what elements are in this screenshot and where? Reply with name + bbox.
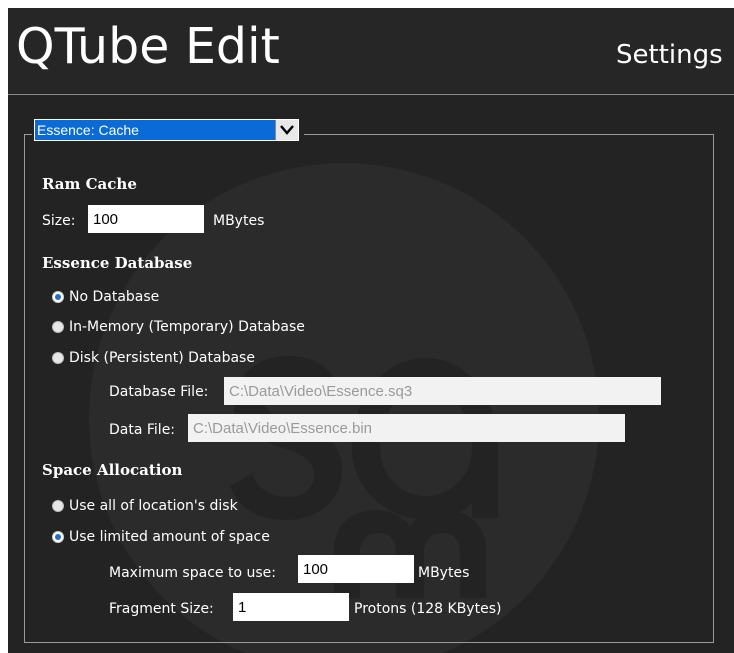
- space-allocation-heading: Space Allocation: [42, 461, 183, 479]
- database-file-label: Database File:: [109, 384, 209, 400]
- database-file-input[interactable]: [224, 377, 661, 405]
- radio-label: No Database: [69, 289, 160, 305]
- radio-button[interactable]: [52, 321, 64, 333]
- radio-label: In-Memory (Temporary) Database: [69, 319, 305, 335]
- max-space-input[interactable]: [298, 555, 414, 583]
- radio-button[interactable]: [52, 500, 64, 512]
- radio-use-all-disk[interactable]: Use all of location's disk: [52, 498, 238, 514]
- settings-section-select-value: Essence: Cache: [37, 122, 139, 138]
- max-space-unit: MBytes: [418, 565, 470, 581]
- radio-label: Disk (Persistent) Database: [69, 350, 255, 366]
- radio-button[interactable]: [52, 352, 64, 364]
- app-title: QTube Edit: [16, 18, 280, 75]
- chevron-down-icon[interactable]: [275, 120, 298, 140]
- radio-no-database[interactable]: No Database: [52, 289, 159, 305]
- radio-use-limited-space[interactable]: Use limited amount of space: [52, 529, 270, 545]
- radio-in-memory-database[interactable]: In-Memory (Temporary) Database: [52, 319, 305, 335]
- header: QTube Edit Settings: [8, 8, 734, 94]
- radio-button-selected[interactable]: [52, 531, 64, 543]
- data-file-label: Data File:: [109, 422, 176, 438]
- ram-cache-size-label: Size:: [42, 213, 76, 229]
- radio-label: Use limited amount of space: [69, 529, 270, 545]
- radio-button-selected[interactable]: [52, 291, 64, 303]
- max-space-label: Maximum space to use:: [109, 565, 276, 581]
- essence-database-heading: Essence Database: [42, 254, 193, 272]
- fragment-size-input[interactable]: [233, 593, 349, 621]
- fragment-size-unit: Protons (128 KBytes): [354, 601, 502, 617]
- radio-disk-database[interactable]: Disk (Persistent) Database: [52, 350, 255, 366]
- ram-cache-size-unit: MBytes: [213, 213, 265, 229]
- ram-cache-heading: Ram Cache: [42, 175, 137, 193]
- fragment-size-label: Fragment Size:: [109, 601, 214, 617]
- settings-section-select[interactable]: Essence: Cache: [34, 119, 299, 141]
- header-divider: [8, 94, 734, 95]
- settings-window: QTube Edit Settings Essence: Cache Ram C…: [8, 8, 734, 653]
- data-file-input[interactable]: [188, 414, 625, 442]
- radio-label: Use all of location's disk: [69, 498, 238, 514]
- ram-cache-size-input[interactable]: [88, 205, 204, 233]
- page-title: Settings: [616, 40, 723, 70]
